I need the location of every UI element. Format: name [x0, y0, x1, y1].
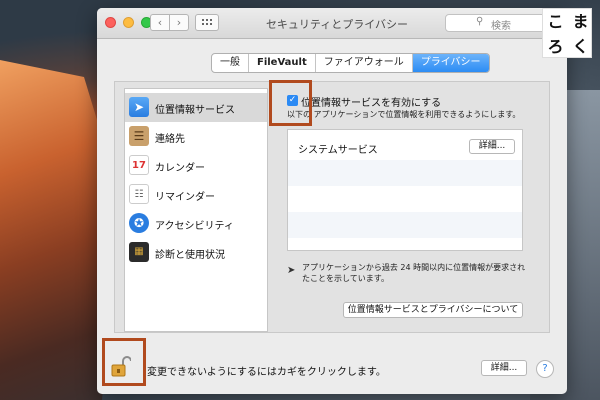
tab-general[interactable]: 一般 [212, 54, 249, 72]
chevron-right-icon: › [176, 16, 182, 29]
search-field[interactable]: ⚲ 検索 [445, 14, 550, 32]
chevron-left-icon: ‹ [157, 16, 163, 29]
sidebar-item-reminders[interactable]: ☷ リマインダー [125, 180, 267, 209]
grid-icon [202, 19, 204, 21]
calendar-icon: 17 [129, 155, 149, 175]
location-arrow-icon: ➤ [129, 97, 149, 117]
description-rest: アプリケーションで位置情報を利用できるようにします。 [313, 110, 521, 119]
help-label: ? [542, 363, 548, 374]
privacy-category-list: ➤ 位置情報サービス ☰ 連絡先 17 カレンダー ☷ リマインダー ✪ アクセ… [124, 88, 268, 332]
search-icon: ⚲ [476, 16, 484, 27]
highlight-box-lock [102, 338, 146, 386]
site-logo-badge: こ ま ろ く [542, 8, 592, 58]
logo-char: く [572, 37, 589, 56]
about-location-privacy-button[interactable]: 位置情報サービスとプライバシーについて [343, 302, 523, 318]
sidebar-item-location[interactable]: ➤ 位置情報サービス [125, 93, 267, 122]
tab-privacy[interactable]: プライバシー [412, 54, 489, 72]
location-app-list: システムサービス 詳細... [287, 129, 523, 251]
logo-char: こ [547, 12, 564, 31]
window-title: セキュリティとプライバシー [265, 18, 409, 31]
sidebar-item-label: カレンダー [155, 163, 205, 174]
contacts-book-icon: ☰ [129, 126, 149, 146]
sidebar-item-accessibility[interactable]: ✪ アクセシビリティ [125, 209, 267, 238]
enable-location-label: 位置情報サービスを有効にする [301, 98, 442, 109]
tab-bar: 一般 FileVault ファイアウォール プライバシー [211, 53, 490, 73]
tab-firewall[interactable]: ファイアウォール [316, 54, 413, 72]
preferences-window: ‹ › セキュリティとプライバシー ⚲ 検索 一般 FileVault ファイア… [97, 8, 567, 394]
reminders-icon: ☷ [129, 184, 149, 204]
list-item [288, 186, 522, 212]
show-all-button[interactable] [195, 14, 219, 31]
minimize-button[interactable] [123, 17, 134, 28]
logo-char: ろ [547, 37, 564, 56]
location-arrow-icon: ➤ [287, 265, 296, 276]
system-services-details-button[interactable]: 詳細... [469, 139, 515, 154]
accessibility-icon: ✪ [129, 213, 149, 233]
advanced-details-button[interactable]: 詳細... [481, 360, 527, 376]
highlight-box-checkbox [269, 80, 312, 126]
list-item [288, 160, 522, 186]
sidebar-item-label: リマインダー [155, 192, 215, 203]
logo-char: ま [572, 12, 589, 31]
system-services-label: システムサービス [298, 145, 378, 156]
sidebar-item-calendar[interactable]: 17 カレンダー [125, 151, 267, 180]
sidebar-item-label: 診断と使用状況 [155, 250, 225, 261]
help-button[interactable]: ? [536, 360, 554, 378]
diagnostics-icon: ▦ [129, 242, 149, 262]
recent-use-note: アプリケーションから過去 24 時間以内に位置情報が要求されたことを示しています… [302, 263, 526, 283]
forward-button[interactable]: › [169, 14, 189, 31]
sidebar-item-label: アクセシビリティ [155, 221, 234, 232]
sidebar-item-label: 位置情報サービス [155, 105, 235, 116]
close-button[interactable] [105, 17, 116, 28]
sidebar-item-diagnostics[interactable]: ▦ 診断と使用状況 [125, 238, 267, 267]
list-item [288, 212, 522, 238]
enable-location-description: 以下の アプリケーションで位置情報を利用できるようにします。 [287, 109, 520, 120]
tab-filevault[interactable]: FileVault [249, 54, 316, 72]
title-bar: ‹ › セキュリティとプライバシー ⚲ 検索 [97, 8, 567, 39]
list-item[interactable]: システムサービス 詳細... [288, 134, 522, 160]
sidebar-item-label: 連絡先 [155, 134, 185, 145]
sidebar-item-contacts[interactable]: ☰ 連絡先 [125, 122, 267, 151]
back-button[interactable]: ‹ [150, 14, 170, 31]
search-placeholder: 検索 [491, 21, 511, 32]
lock-instruction-text: 変更できないようにするにはカギをクリックします。 [147, 367, 386, 378]
